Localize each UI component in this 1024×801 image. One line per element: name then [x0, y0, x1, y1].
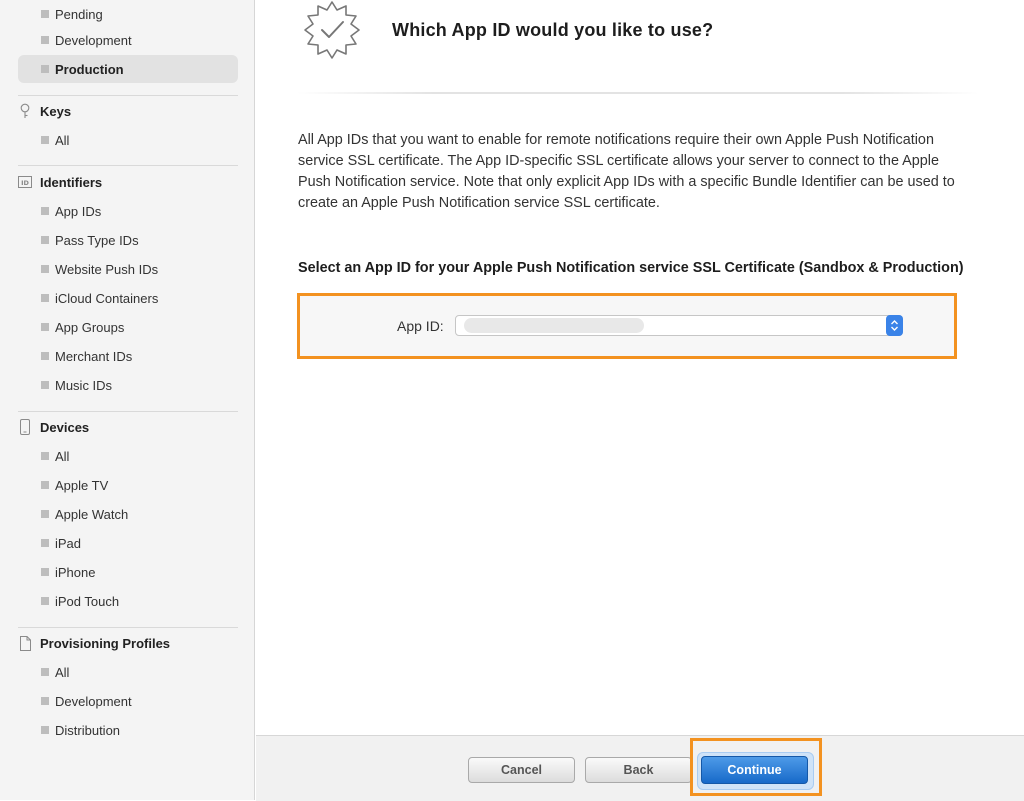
bullet-icon	[41, 568, 49, 576]
sidebar-item-label: Pending	[55, 6, 103, 22]
bullet-icon	[41, 352, 49, 360]
sidebar-item-app-groups[interactable]: App Groups	[18, 313, 238, 341]
sidebar-item-label: Apple TV	[55, 477, 109, 493]
sidebar-item-apple-watch[interactable]: Apple Watch	[18, 500, 238, 528]
sidebar-item-label: Merchant IDs	[55, 348, 133, 364]
sidebar-item-label: iPod Touch	[55, 593, 120, 609]
bullet-icon	[41, 381, 49, 389]
sidebar-item-label: All	[55, 448, 70, 464]
sidebar-item-label: All	[55, 664, 70, 680]
title-divider	[297, 92, 979, 94]
sidebar-item-label: App IDs	[55, 203, 102, 219]
cancel-button[interactable]: Cancel	[468, 757, 575, 783]
continue-highlight-box	[690, 738, 822, 796]
bullet-icon	[41, 323, 49, 331]
sidebar-item-label: iPad	[55, 535, 82, 551]
sidebar-item-icloud-containers[interactable]: iCloud Containers	[18, 284, 238, 312]
sidebar-heading-identifiers[interactable]: ID Identifiers	[18, 170, 238, 194]
bullet-icon	[41, 452, 49, 460]
app-id-select[interactable]	[455, 315, 903, 336]
sidebar-divider	[18, 165, 238, 166]
sidebar-item-label: iCloud Containers	[55, 290, 159, 306]
sidebar-item-label: Development	[55, 693, 132, 709]
bullet-icon	[41, 510, 49, 518]
certificate-badge-icon	[300, 0, 364, 67]
bullet-icon	[41, 36, 49, 44]
sidebar-item-ipod-touch[interactable]: iPod Touch	[18, 587, 238, 615]
bullet-icon	[41, 265, 49, 273]
sidebar-item-profiles-development[interactable]: Development	[18, 687, 238, 715]
app-id-select-panel: App ID:	[297, 293, 957, 359]
phone-icon	[18, 419, 32, 435]
bullet-icon	[41, 236, 49, 244]
sidebar-item-label: App Groups	[55, 319, 125, 335]
sidebar-heading-label: Identifiers	[40, 174, 103, 190]
back-button[interactable]: Back	[585, 757, 692, 783]
sidebar-item-development[interactable]: Development	[18, 26, 238, 54]
sidebar-item-iphone[interactable]: iPhone	[18, 558, 238, 586]
sidebar-divider	[18, 411, 238, 412]
bullet-icon	[41, 207, 49, 215]
sidebar-item-label: Production	[55, 61, 124, 77]
sidebar: Pending Development Production Keys All …	[0, 0, 255, 800]
sidebar-heading-keys[interactable]: Keys	[18, 99, 238, 123]
sidebar-divider	[18, 627, 238, 628]
sidebar-item-production[interactable]: Production	[18, 55, 238, 83]
page-title: Which App ID would you like to use?	[392, 20, 714, 40]
bullet-icon	[41, 697, 49, 705]
sidebar-item-keys-all[interactable]: All	[18, 126, 238, 154]
id-icon-text: ID	[21, 179, 29, 187]
sidebar-heading-devices[interactable]: Devices	[18, 415, 238, 439]
bullet-icon	[41, 65, 49, 73]
sidebar-item-apple-tv[interactable]: Apple TV	[18, 471, 238, 499]
sidebar-item-pending[interactable]: Pending	[18, 0, 238, 28]
document-icon	[18, 635, 32, 651]
sidebar-item-label: All	[55, 132, 70, 148]
bullet-icon	[41, 539, 49, 547]
sidebar-heading-label: Devices	[40, 419, 90, 435]
sidebar-item-label: Development	[55, 32, 132, 48]
sidebar-item-label: iPhone	[55, 564, 96, 580]
sidebar-item-label: Apple Watch	[55, 506, 129, 522]
sidebar-heading-label: Provisioning Profiles	[40, 635, 171, 651]
sidebar-item-label: Pass Type IDs	[55, 232, 139, 248]
sidebar-item-music-ids[interactable]: Music IDs	[18, 371, 238, 399]
sidebar-item-label: Music IDs	[55, 377, 113, 393]
sidebar-heading-label: Keys	[40, 103, 72, 119]
sidebar-item-profiles-all[interactable]: All	[18, 658, 238, 686]
sidebar-item-ipad[interactable]: iPad	[18, 529, 238, 557]
sidebar-item-label: Website Push IDs	[55, 261, 159, 277]
sidebar-item-app-ids[interactable]: App IDs	[18, 197, 238, 225]
sidebar-item-pass-type-ids[interactable]: Pass Type IDs	[18, 226, 238, 254]
section-heading: Select an App ID for your Apple Push Not…	[298, 260, 964, 276]
app-id-selected-value	[464, 318, 644, 333]
bullet-icon	[41, 726, 49, 734]
bullet-icon	[41, 597, 49, 605]
bullet-icon	[41, 481, 49, 489]
bullet-icon	[41, 294, 49, 302]
sidebar-heading-provisioning-profiles[interactable]: Provisioning Profiles	[18, 631, 238, 655]
id-badge-icon: ID	[18, 174, 32, 190]
app-id-label: App ID:	[397, 318, 444, 334]
sidebar-item-profiles-distribution[interactable]: Distribution	[18, 716, 238, 744]
select-stepper-icon[interactable]	[886, 315, 903, 336]
sidebar-item-merchant-ids[interactable]: Merchant IDs	[18, 342, 238, 370]
description-text: All App IDs that you want to enable for …	[298, 132, 955, 211]
bullet-icon	[41, 668, 49, 676]
sidebar-item-devices-all[interactable]: All	[18, 442, 238, 470]
sidebar-item-label: Distribution	[55, 722, 121, 738]
bullet-icon	[41, 10, 49, 18]
sidebar-item-website-push-ids[interactable]: Website Push IDs	[18, 255, 238, 283]
bullet-icon	[41, 136, 49, 144]
sidebar-divider	[18, 95, 238, 96]
key-icon	[18, 103, 32, 119]
